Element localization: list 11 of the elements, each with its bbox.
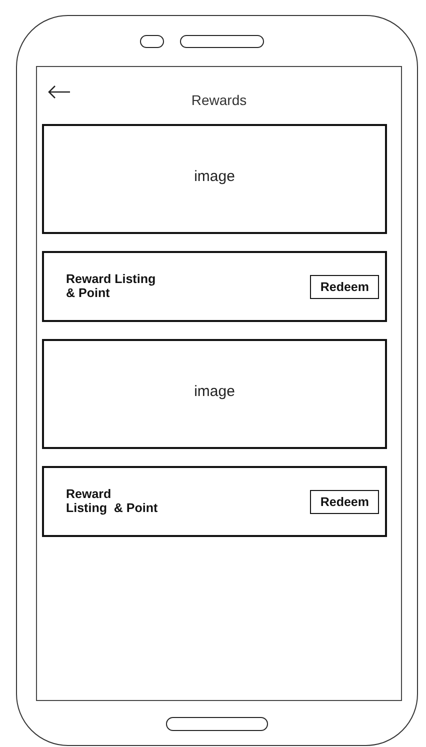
redeem-button[interactable]: Redeem	[310, 274, 379, 298]
reward-title: Reward Listing & Point	[66, 488, 158, 515]
home-button[interactable]	[166, 717, 268, 731]
redeem-button[interactable]: Redeem	[310, 490, 379, 514]
image-label: image	[194, 168, 235, 184]
reward-title: Reward Listing & Point	[66, 273, 156, 300]
speaker-icon	[180, 34, 264, 48]
camera-icon	[140, 34, 164, 48]
back-icon[interactable]	[47, 85, 71, 99]
image-label: image	[194, 382, 235, 400]
page-title: Rewards	[191, 92, 247, 108]
